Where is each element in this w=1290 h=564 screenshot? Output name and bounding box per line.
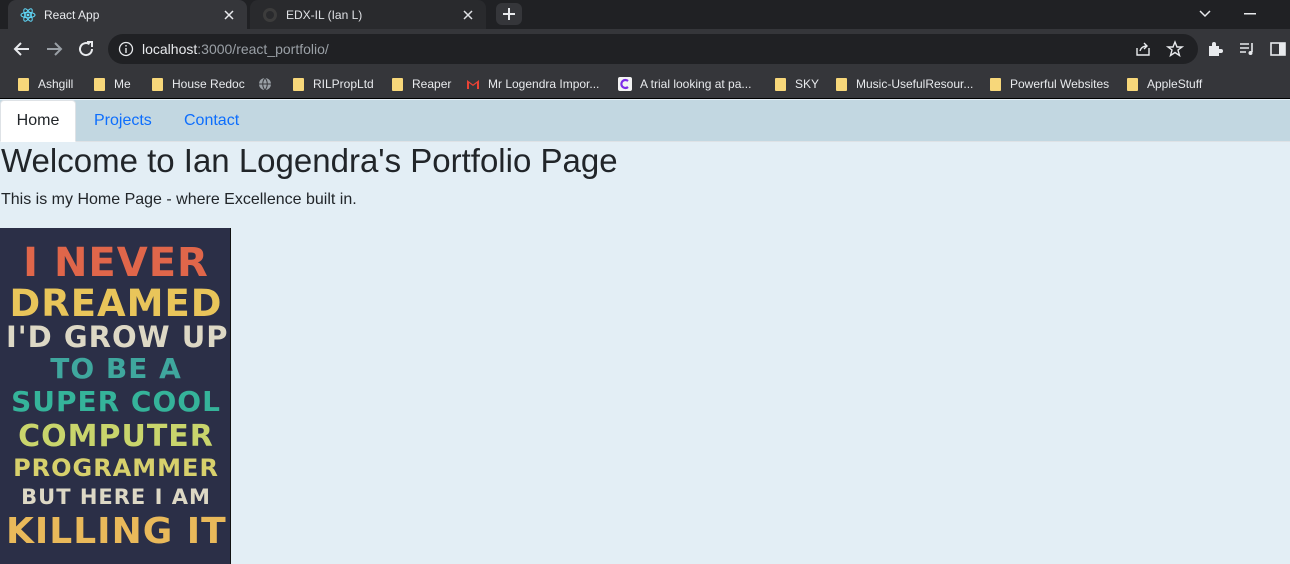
gmail-icon — [466, 77, 480, 91]
poster-line: SUPER COOL — [11, 385, 221, 418]
poster-line: BUT HERE I AM — [21, 485, 211, 509]
chevron-down-icon — [1199, 10, 1211, 18]
page-title: Welcome to Ian Logendra's Portfolio Page — [1, 142, 618, 179]
media-control-icon[interactable] — [1237, 39, 1257, 59]
motivational-poster-image: I NEVER DREAMED I'D GROW UP TO BE A SUPE… — [0, 228, 231, 564]
forward-arrow-icon — [47, 42, 63, 56]
nav-home[interactable]: Home — [0, 100, 76, 142]
canva-icon — [618, 77, 632, 91]
bookmark-house-redoc[interactable]: House Redoc — [150, 74, 245, 94]
side-panel-icon[interactable] — [1268, 39, 1288, 59]
poster-line: I'D GROW UP — [6, 320, 229, 354]
bookmarks-bar: Ashgill Me House Redoc RILPropLtd Reaper… — [0, 69, 1290, 99]
bookmark-rilpropltd[interactable]: RILPropLtd — [291, 74, 374, 94]
bookmark-applestuff[interactable]: AppleStuff — [1125, 74, 1202, 94]
bookmark-music[interactable]: Music-UsefulResour... — [834, 74, 973, 94]
bookmark-reaper[interactable]: Reaper — [390, 74, 451, 94]
bookmark-globe[interactable] — [258, 74, 280, 94]
nav-contact[interactable]: Contact — [184, 100, 239, 142]
bookmark-star-icon[interactable] — [1165, 40, 1185, 58]
site-info-icon[interactable] — [118, 41, 134, 57]
poster-line: I NEVER — [23, 240, 209, 286]
tab-title: React App — [44, 7, 100, 22]
poster-line: KILLING IT — [6, 511, 227, 552]
folder-icon — [150, 77, 164, 91]
poster-line: COMPUTER — [18, 419, 214, 454]
page-nav: Home Projects Contact — [0, 100, 1290, 142]
folder-icon — [16, 77, 30, 91]
bookmark-ashgill[interactable]: Ashgill — [16, 74, 73, 94]
url-text[interactable]: localhost:3000/react_portfolio/ — [142, 41, 329, 57]
tab-search-button[interactable] — [1195, 4, 1215, 24]
globe-icon — [258, 77, 272, 91]
minimize-icon — [1244, 13, 1256, 15]
folder-icon — [390, 77, 404, 91]
address-bar[interactable]: localhost:3000/react_portfolio/ — [108, 34, 1198, 64]
bookmark-gmail[interactable]: Mr Logendra Impor... — [466, 74, 599, 94]
back-arrow-icon — [13, 42, 29, 56]
reload-icon — [79, 41, 94, 57]
folder-icon — [773, 77, 787, 91]
intro-text: This is my Home Page - where Excellence … — [1, 191, 357, 208]
bookmark-powerful-websites[interactable]: Powerful Websites — [988, 74, 1109, 94]
browser-tab-react-app[interactable]: React App — [8, 0, 247, 29]
nav-projects[interactable]: Projects — [94, 100, 152, 142]
folder-icon — [834, 77, 848, 91]
folder-icon — [92, 77, 106, 91]
share-icon[interactable] — [1134, 40, 1152, 58]
react-icon — [20, 7, 36, 23]
folder-icon — [988, 77, 1002, 91]
close-icon[interactable] — [221, 7, 237, 23]
browser-toolbar: localhost:3000/react_portfolio/ — [0, 29, 1290, 69]
forward-button[interactable] — [42, 37, 66, 61]
tab-title: EDX-IL (Ian L) — [286, 7, 363, 22]
close-icon[interactable] — [460, 7, 476, 23]
extensions-icon[interactable] — [1205, 39, 1225, 59]
poster-line: PROGRAMMER — [13, 454, 219, 482]
new-tab-button[interactable] — [496, 3, 522, 25]
minimize-button[interactable] — [1240, 4, 1260, 24]
folder-icon — [1125, 77, 1139, 91]
poster-line: TO BE A — [50, 352, 182, 385]
browser-tab-edx[interactable]: EDX-IL (Ian L) — [250, 0, 486, 29]
bookmark-sky[interactable]: SKY — [773, 74, 819, 94]
bookmark-me[interactable]: Me — [92, 74, 131, 94]
github-icon — [262, 7, 278, 23]
folder-icon — [291, 77, 305, 91]
poster-line: DREAMED — [9, 282, 223, 325]
tab-strip: React App EDX-IL (Ian L) — [0, 0, 1290, 29]
back-button[interactable] — [10, 37, 34, 61]
reload-button[interactable] — [74, 37, 98, 61]
bookmark-canva[interactable]: A trial looking at pa... — [618, 74, 751, 94]
plus-icon — [503, 8, 515, 20]
